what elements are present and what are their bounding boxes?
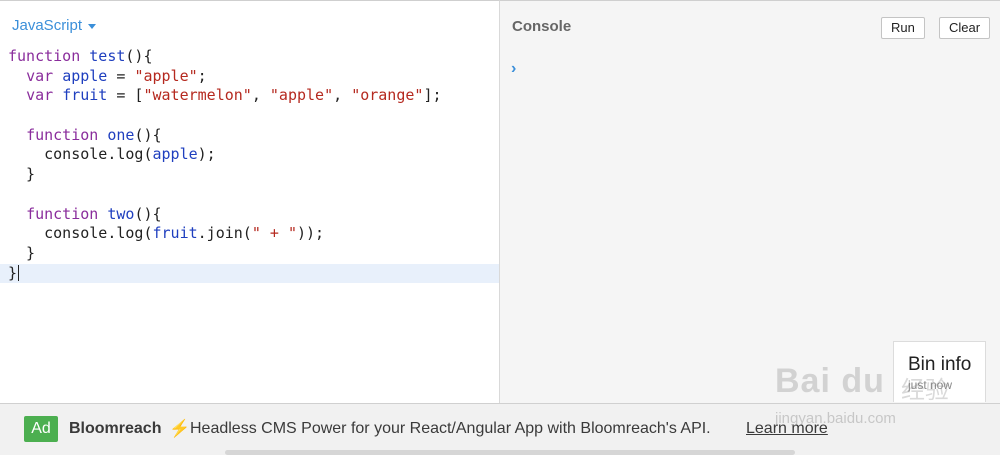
watermark-cn-text: 经验 <box>901 377 949 404</box>
text-cursor <box>18 265 20 282</box>
chevron-down-icon <box>88 24 97 29</box>
lightning-bolt-icon: ⚡ <box>169 419 191 438</box>
watermark-url: jingyan.baidu.com <box>775 410 896 427</box>
code-line[interactable]: function two(){ <box>0 205 499 225</box>
code-editor[interactable]: function test(){ var apple = "apple"; va… <box>0 47 499 284</box>
editor-pane: JavaScript function test(){ var apple = … <box>0 0 500 403</box>
code-line[interactable]: } <box>0 244 499 264</box>
console-prompt-icon[interactable]: › <box>511 60 516 78</box>
code-line[interactable] <box>0 185 499 205</box>
code-line[interactable]: var apple = "apple"; <box>0 67 499 87</box>
ad-text: Headless CMS Power for your React/Angula… <box>190 420 711 437</box>
code-line[interactable]: console.log(apple); <box>0 145 499 165</box>
language-dropdown[interactable]: JavaScript <box>12 17 97 34</box>
ad-shadow <box>225 450 795 455</box>
code-line[interactable]: } <box>0 165 499 185</box>
run-button[interactable]: Run <box>881 17 925 39</box>
language-label: JavaScript <box>12 17 83 34</box>
clear-button[interactable]: Clear <box>939 17 991 39</box>
watermark-logo: Bai du <box>775 362 885 400</box>
console-title: Console <box>512 18 572 35</box>
code-line[interactable]: var fruit = ["watermelon", "apple", "ora… <box>0 86 499 106</box>
code-line[interactable]: function test(){ <box>0 47 499 67</box>
code-line[interactable] <box>0 106 499 126</box>
watermark: Bai du 经验 jingyan.baidu.com <box>775 350 975 430</box>
code-line[interactable]: function one(){ <box>0 126 499 146</box>
code-line[interactable]: } <box>0 263 499 284</box>
code-line[interactable]: console.log(fruit.join(" + ")); <box>0 224 499 244</box>
ad-brand: Bloomreach <box>69 420 162 437</box>
ad-badge: Ad <box>24 416 58 442</box>
